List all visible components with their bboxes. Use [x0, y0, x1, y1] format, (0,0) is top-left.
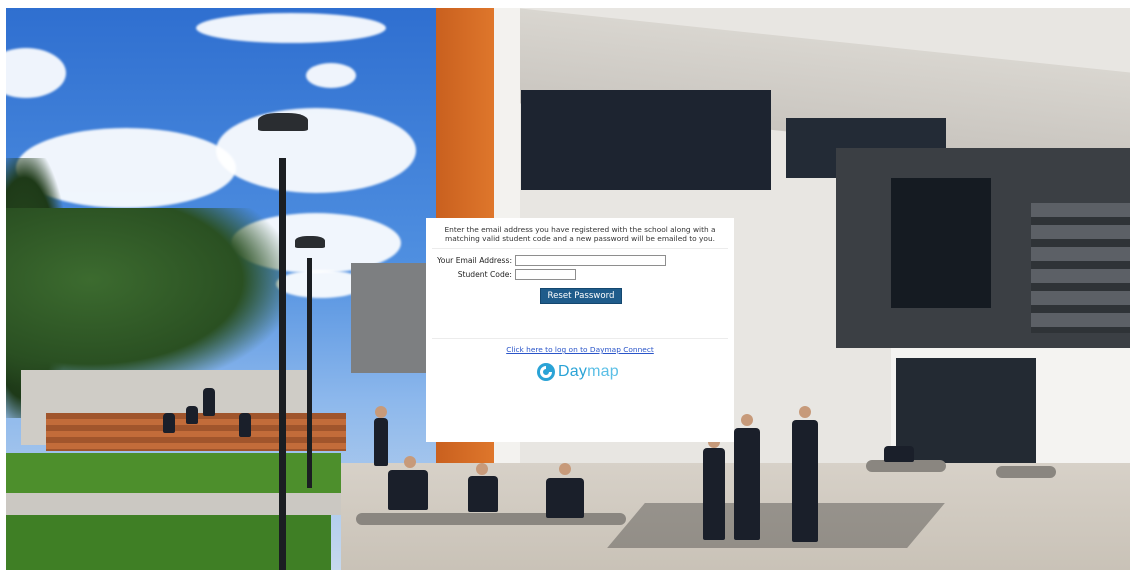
- student: [163, 413, 175, 433]
- password-reset-dialog: Enter the email address you have registe…: [426, 218, 734, 442]
- bench: [996, 466, 1056, 478]
- daymap-wordmark: Daymap: [558, 363, 619, 381]
- student: [468, 476, 498, 512]
- student: [374, 418, 388, 466]
- building-window: [896, 358, 1036, 463]
- bench: [356, 513, 626, 525]
- student: [203, 388, 215, 416]
- instructions-line-2: matching valid student code and a new pa…: [445, 234, 715, 243]
- lawn: [6, 453, 341, 493]
- student-head: [741, 414, 753, 426]
- lamp-head: [295, 236, 325, 248]
- trees: [6, 208, 286, 388]
- lamp-head: [258, 113, 308, 131]
- student-head: [476, 463, 488, 475]
- student-head: [559, 463, 571, 475]
- logo-text-day: Day: [558, 363, 588, 380]
- lamp-post: [279, 158, 286, 570]
- lamp-post: [307, 258, 312, 488]
- logon-link[interactable]: Click here to log on to Daymap Connect: [426, 345, 734, 354]
- building-window: [891, 178, 991, 308]
- email-field[interactable]: [515, 255, 666, 266]
- cloud: [306, 63, 356, 88]
- building-left: [351, 263, 431, 373]
- instructions-text: Enter the email address you have registe…: [426, 225, 734, 243]
- cloud: [196, 13, 386, 43]
- logo-text-map: map: [587, 363, 619, 380]
- student: [792, 420, 818, 542]
- student: [186, 406, 198, 424]
- daymap-logo: Daymap: [536, 360, 619, 384]
- student-head: [404, 456, 416, 468]
- student: [546, 478, 584, 518]
- student: [239, 413, 251, 437]
- student-code-label: Student Code:: [457, 270, 512, 279]
- student: [703, 448, 725, 540]
- email-label: Your Email Address:: [437, 256, 512, 265]
- building-window: [521, 90, 771, 190]
- path: [6, 493, 346, 515]
- student-head: [375, 406, 387, 418]
- reset-password-button[interactable]: Reset Password: [540, 288, 622, 304]
- student: [884, 446, 914, 462]
- divider: [432, 248, 728, 249]
- student-head: [799, 406, 811, 418]
- building-cladding: [1031, 203, 1130, 333]
- cloud: [216, 108, 416, 193]
- student: [734, 428, 760, 540]
- instructions-line-1: Enter the email address you have registe…: [444, 225, 716, 234]
- student-code-field[interactable]: [515, 269, 576, 280]
- daymap-swirl-icon: [537, 363, 555, 381]
- divider: [432, 338, 728, 339]
- student: [388, 470, 428, 510]
- shadow: [607, 503, 945, 548]
